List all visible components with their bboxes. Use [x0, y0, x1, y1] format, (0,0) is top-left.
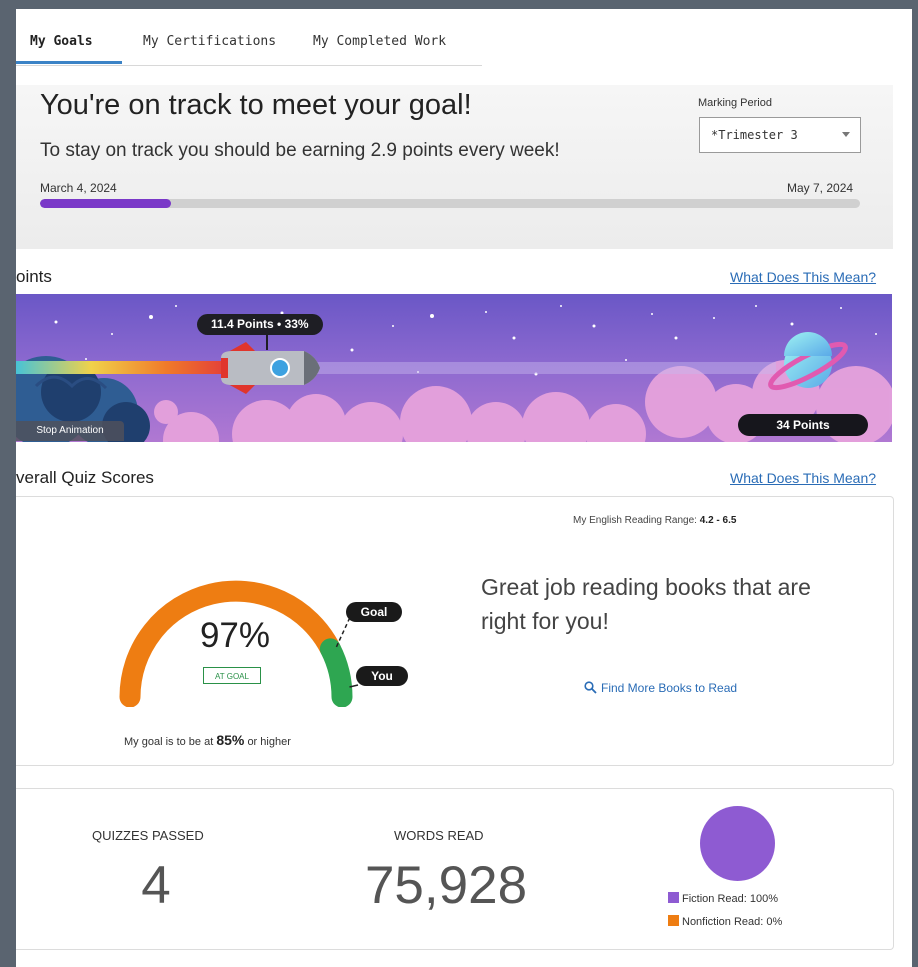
tab-bar: My Goals My Certifications My Completed … — [16, 31, 482, 66]
reading-range: My English Reading Range: 4.2 - 6.5 — [573, 515, 736, 526]
goal-statement-value: 85% — [216, 732, 245, 748]
fiction-legend-label: Fiction Read: 100% — [682, 893, 778, 905]
marking-period-label: Marking Period — [698, 97, 772, 109]
tab-my-goals[interactable]: My Goals — [30, 34, 93, 49]
period-start-date: March 4, 2024 — [40, 181, 117, 195]
fiction-nonfiction-pie — [700, 806, 775, 881]
goal-marker-label: Goal — [346, 602, 402, 622]
rocket-icon — [221, 342, 320, 394]
nonfiction-legend-label: Nonfiction Read: 0% — [682, 916, 783, 928]
period-progress-fill — [40, 199, 172, 208]
stop-animation-button[interactable]: Stop Animation — [16, 421, 124, 441]
at-goal-badge: AT GOAL — [203, 667, 261, 684]
words-read-value: 75,928 — [364, 856, 528, 915]
tab-my-completed-work[interactable]: My Completed Work — [313, 34, 446, 49]
gauge-above-goal-arc — [319, 638, 353, 707]
reading-range-value: 4.2 - 6.5 — [699, 515, 737, 526]
nonfiction-swatch — [668, 915, 679, 926]
goal-subtitle: To stay on track you should be earning 2… — [40, 140, 560, 161]
window-frame-left — [0, 0, 16, 967]
reading-range-label: My English Reading Range: — [573, 515, 697, 526]
legend-fiction: Fiction Read: 100% — [668, 892, 778, 905]
tab-my-certifications[interactable]: My Certifications — [143, 34, 276, 49]
goal-statement-prefix: My goal is to be at — [124, 736, 214, 748]
words-read-label: WORDS READ — [394, 828, 484, 843]
marking-period-select[interactable]: *Trimester 3 — [699, 117, 861, 153]
quiz-score-percent: 97% — [199, 616, 271, 655]
quizzes-passed-label: QUIZZES PASSED — [92, 828, 204, 843]
legend-nonfiction: Nonfiction Read: 0% — [668, 915, 782, 928]
chevron-down-icon — [842, 132, 850, 137]
period-end-date: May 7, 2024 — [787, 181, 854, 195]
goal-statement-suffix: or higher — [247, 736, 291, 748]
active-tab-indicator — [16, 61, 122, 64]
fiction-swatch — [668, 892, 679, 903]
search-icon — [584, 681, 597, 694]
goals-page: My Goals My Certifications My Completed … — [16, 9, 912, 967]
marking-period-value: *Trimester 3 — [711, 128, 798, 142]
you-marker-label: You — [356, 666, 408, 686]
quiz-what-does-this-mean-link[interactable]: What Does This Mean? — [730, 470, 876, 486]
rocket-points-tooltip: 11.4 Points • 33% — [197, 314, 323, 335]
find-more-books-link[interactable]: Find More Books to Read — [584, 681, 737, 695]
goal-points-badge: 34 Points — [738, 414, 868, 436]
goal-statement: My goal is to be at 85% or higher — [124, 732, 291, 748]
encouragement-message: Great job reading books that are right f… — [481, 574, 811, 634]
quiz-section-title: verall Quiz Scores — [16, 468, 154, 487]
period-progress-track — [40, 199, 860, 208]
points-section-title: oints — [16, 267, 52, 286]
window-frame-top — [0, 0, 918, 9]
points-what-does-this-mean-link[interactable]: What Does This Mean? — [730, 269, 876, 285]
quizzes-passed-value: 4 — [141, 856, 171, 915]
find-more-books-label: Find More Books to Read — [601, 681, 738, 695]
window-frame-right — [912, 0, 918, 967]
goal-title: You're on track to meet your goal! — [40, 89, 472, 121]
